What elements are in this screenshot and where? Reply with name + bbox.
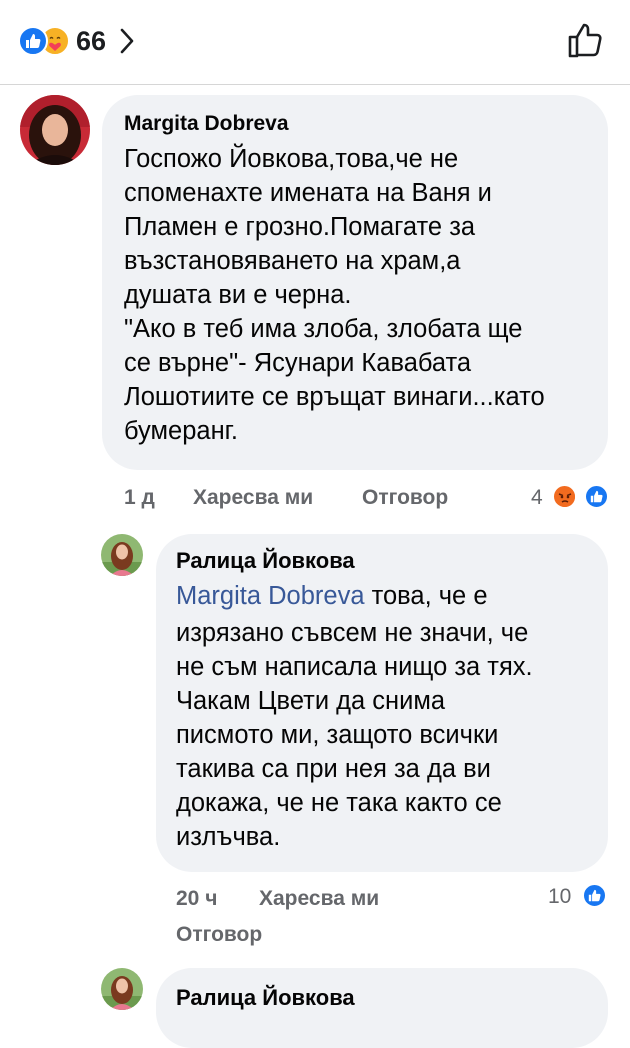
reply-button[interactable]: Отговор (362, 486, 448, 510)
reply-first-line: Margita Dobreva това, че е (176, 579, 606, 613)
reply-time: 20 ч (176, 887, 218, 910)
comment-reaction-count[interactable]: 4 (531, 486, 543, 510)
reply-author[interactable]: Ралица Йовкова (176, 985, 355, 1011)
reply-button[interactable]: Отговор (176, 923, 262, 947)
comment-text: Госпожо Йовкова,това,че не споменахте им… (124, 145, 545, 445)
like-button[interactable]: Харесва ми (193, 486, 313, 510)
reply-text-start: това, че е (364, 582, 488, 610)
like-icon (18, 26, 48, 56)
reply-author[interactable]: Ралица Йовкова (176, 548, 355, 574)
like-button[interactable]: Харесва ми (259, 887, 379, 911)
like-icon (584, 484, 609, 509)
mention-link[interactable]: Margita Dobreva (176, 582, 365, 610)
reactions-header: 66 (0, 0, 630, 85)
reactions-summary[interactable]: 66 (18, 24, 136, 58)
comment-time: 1 д (124, 486, 155, 509)
reply-text: изрязано съвсем не значи, че не съм напи… (176, 619, 533, 851)
angry-icon (552, 484, 577, 509)
comment-author[interactable]: Margita Dobreva (124, 112, 289, 136)
like-outline-icon[interactable] (566, 20, 606, 60)
chevron-right-icon (120, 28, 134, 54)
reaction-count: 66 (76, 25, 107, 56)
like-icon (582, 883, 607, 908)
avatar-ralitsa[interactable] (101, 968, 143, 1010)
avatar-ralitsa[interactable] (101, 534, 143, 576)
reply-reaction-count[interactable]: 10 (548, 885, 571, 909)
avatar-margita[interactable] (20, 95, 90, 165)
